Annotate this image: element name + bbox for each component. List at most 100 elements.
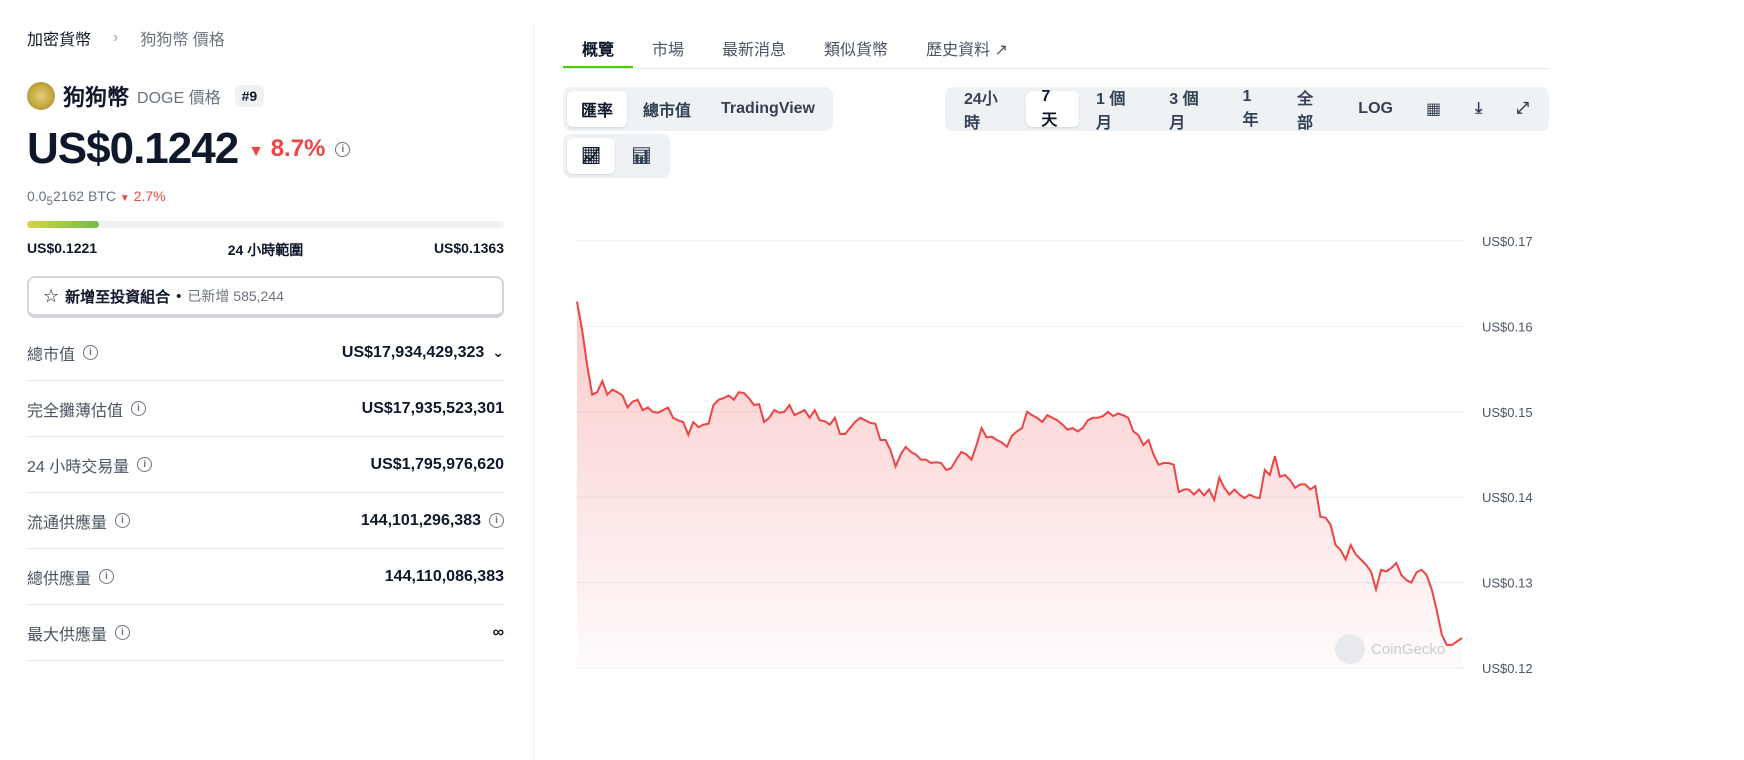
breadcrumb: 加密貨幣 › 狗狗幣 價格 [27, 26, 225, 50]
external-link-icon: ↗ [994, 42, 1008, 59]
chart-style-selector: 📈︎ 📊︎ [563, 134, 670, 178]
stat-row: 總市值 i US$17,934,429,323 ⌄ [27, 325, 504, 381]
chart-type-option[interactable]: 總市值 [629, 91, 705, 127]
stat-row: 24 小時交易量 i US$1,795,976,620 [27, 437, 504, 493]
range-option[interactable]: 1 個月 [1081, 91, 1152, 132]
stat-label: 24 小時交易量 i [27, 453, 153, 477]
stats-list: 總市值 i US$17,934,429,323 ⌄ 完全攤薄估值 i US$17,935,5… [27, 325, 504, 661]
add-to-portfolio-button[interactable]: ☆ 新增至投資組合 • 已新增 585,244 [27, 276, 504, 318]
stat-value: US$1,795,976,620 [371, 456, 504, 474]
y-tick-label: US$0.13 [1482, 576, 1533, 591]
tab-2[interactable]: 最新消息 [703, 24, 805, 68]
range-bar [27, 221, 504, 228]
info-icon[interactable]: i [489, 513, 504, 528]
price-block: US$0.1242 ▼ 8.7% i [27, 124, 351, 174]
stat-label: 完全攤薄估值 i [27, 397, 147, 421]
btc-price: 0.052162 BTC ▼ 2.7% [27, 188, 166, 208]
fullscreen-icon[interactable]: ⤢ [1500, 91, 1545, 127]
stat-label-text: 最大供應量 [27, 626, 108, 644]
price-change: ▼ 8.7% [248, 135, 325, 163]
range-option[interactable]: 24小時 [949, 91, 1024, 132]
stat-value-text: 144,101,296,383 [360, 511, 481, 529]
stat-value-text: US$17,935,523,301 [361, 399, 504, 417]
price-change-value: 8.7% [270, 135, 326, 162]
price-value: US$0.1242 [27, 124, 239, 173]
stat-label-text: 完全攤薄估值 [27, 402, 124, 420]
tab-label: 市場 [652, 42, 685, 59]
breadcrumb-root[interactable]: 加密貨幣 [27, 26, 91, 50]
tab-4[interactable]: 歷史資料 ↗ [907, 24, 1027, 68]
chevron-right-icon: › [113, 29, 119, 46]
range-option[interactable]: 7天 [1026, 88, 1079, 129]
stat-row: 完全攤薄估值 i US$17,935,523,301 [27, 381, 504, 437]
stat-label: 總市值 i [27, 341, 99, 365]
range-bar-fill [27, 221, 99, 228]
tab-label: 概覽 [582, 42, 615, 59]
y-tick-label: US$0.12 [1482, 661, 1533, 676]
info-icon[interactable]: i [137, 457, 153, 472]
range-low: US$0.1221 [27, 240, 98, 256]
stat-value: 144,110,086,383 [385, 568, 504, 586]
tab-label: 類似貨幣 [824, 42, 889, 59]
tab-0[interactable]: 概覽 [563, 24, 634, 68]
calendar-icon[interactable]: ▦ [1410, 91, 1457, 127]
info-icon[interactable]: i [131, 401, 147, 416]
chart-type-option[interactable]: 匯率 [567, 91, 628, 127]
btc-rest: 2162 BTC [52, 188, 116, 204]
stat-label: 總供應量 i [27, 565, 115, 589]
range-option[interactable]: 3 個月 [1154, 91, 1225, 132]
stat-label: 流通供應量 i [27, 509, 131, 533]
btc-prefix: 0.0 [27, 188, 47, 204]
info-icon[interactable]: i [115, 625, 131, 640]
range-option[interactable]: 1年 [1228, 88, 1281, 129]
chart-type-option[interactable]: TradingView [707, 91, 829, 127]
doge-logo-icon [27, 82, 55, 110]
info-icon[interactable]: i [115, 513, 131, 528]
stat-value-text: US$1,795,976,620 [370, 455, 504, 473]
breadcrumb-current: 狗狗幣 價格 [140, 32, 225, 49]
tab-label: 最新消息 [722, 42, 787, 59]
stat-label-text: 流通供應量 [27, 514, 108, 532]
tab-label: 歷史資料 [926, 42, 991, 59]
line-chart-icon[interactable]: 📈︎ [567, 138, 616, 174]
price-chart[interactable]: US$0.17 US$0.16 US$0.15 US$0.14 US$0.13 US$0.… [560, 200, 1560, 690]
info-icon[interactable]: i [335, 141, 351, 157]
stat-value: 144,101,296,383 i [361, 512, 504, 530]
rank-badge: #9 [234, 85, 265, 107]
stat-row: 最大供應量 i ∞ [27, 605, 504, 661]
coin-header: 狗狗幣 DOGE 價格 #9 [27, 80, 265, 112]
stat-value: ∞ [493, 624, 504, 642]
coingecko-logo-icon [1335, 634, 1365, 664]
stat-label-text: 總市值 [27, 346, 76, 364]
price-area [577, 301, 1462, 668]
stat-value-text: 144,110,086,383 [384, 567, 504, 585]
y-tick-label: US$0.16 [1482, 319, 1533, 334]
range-selector: 24小時 7天 1 個月 3 個月 1年 全部 LOG ▦ ⤓ ⤢ [945, 87, 1549, 132]
tab-1[interactable]: 市場 [633, 24, 703, 68]
candlestick-chart-icon[interactable]: 📊︎ [617, 138, 665, 174]
chevron-down-icon[interactable]: ⌄ [492, 344, 504, 361]
stat-label-text: 總供應量 [27, 570, 92, 588]
star-icon: ☆ [43, 285, 60, 306]
dot-separator: • [176, 287, 182, 305]
y-tick-label: US$0.15 [1482, 405, 1533, 420]
stat-value: US$17,935,523,301 [362, 400, 504, 418]
stat-row: 流通供應量 i 144,101,296,383 i [27, 493, 504, 549]
range-option[interactable]: LOG [1343, 91, 1408, 127]
tab-3[interactable]: 類似貨幣 [805, 24, 907, 68]
divider [533, 22, 534, 760]
y-tick-label: US$0.17 [1482, 234, 1533, 249]
tab-bar: 概覽 市場 最新消息 類似貨幣 歷史資料 ↗ [563, 24, 1549, 69]
watermark-text: CoinGecko [1371, 640, 1446, 658]
range-option[interactable]: 全部 [1282, 91, 1341, 132]
caret-down-icon: ▼ [248, 143, 265, 160]
range-label: 24 小時範圍 [227, 242, 304, 258]
stat-value-text: US$17,934,429,323 [341, 343, 485, 361]
coingecko-watermark: CoinGecko [1335, 634, 1445, 664]
btc-change: ▼ 2.7% [120, 188, 166, 204]
info-icon[interactable]: i [99, 569, 115, 584]
download-icon[interactable]: ⤓ [1459, 91, 1498, 127]
info-icon[interactable]: i [83, 345, 99, 360]
btc-change-value: 2.7% [133, 188, 166, 204]
coin-name: 狗狗幣 [63, 85, 130, 110]
